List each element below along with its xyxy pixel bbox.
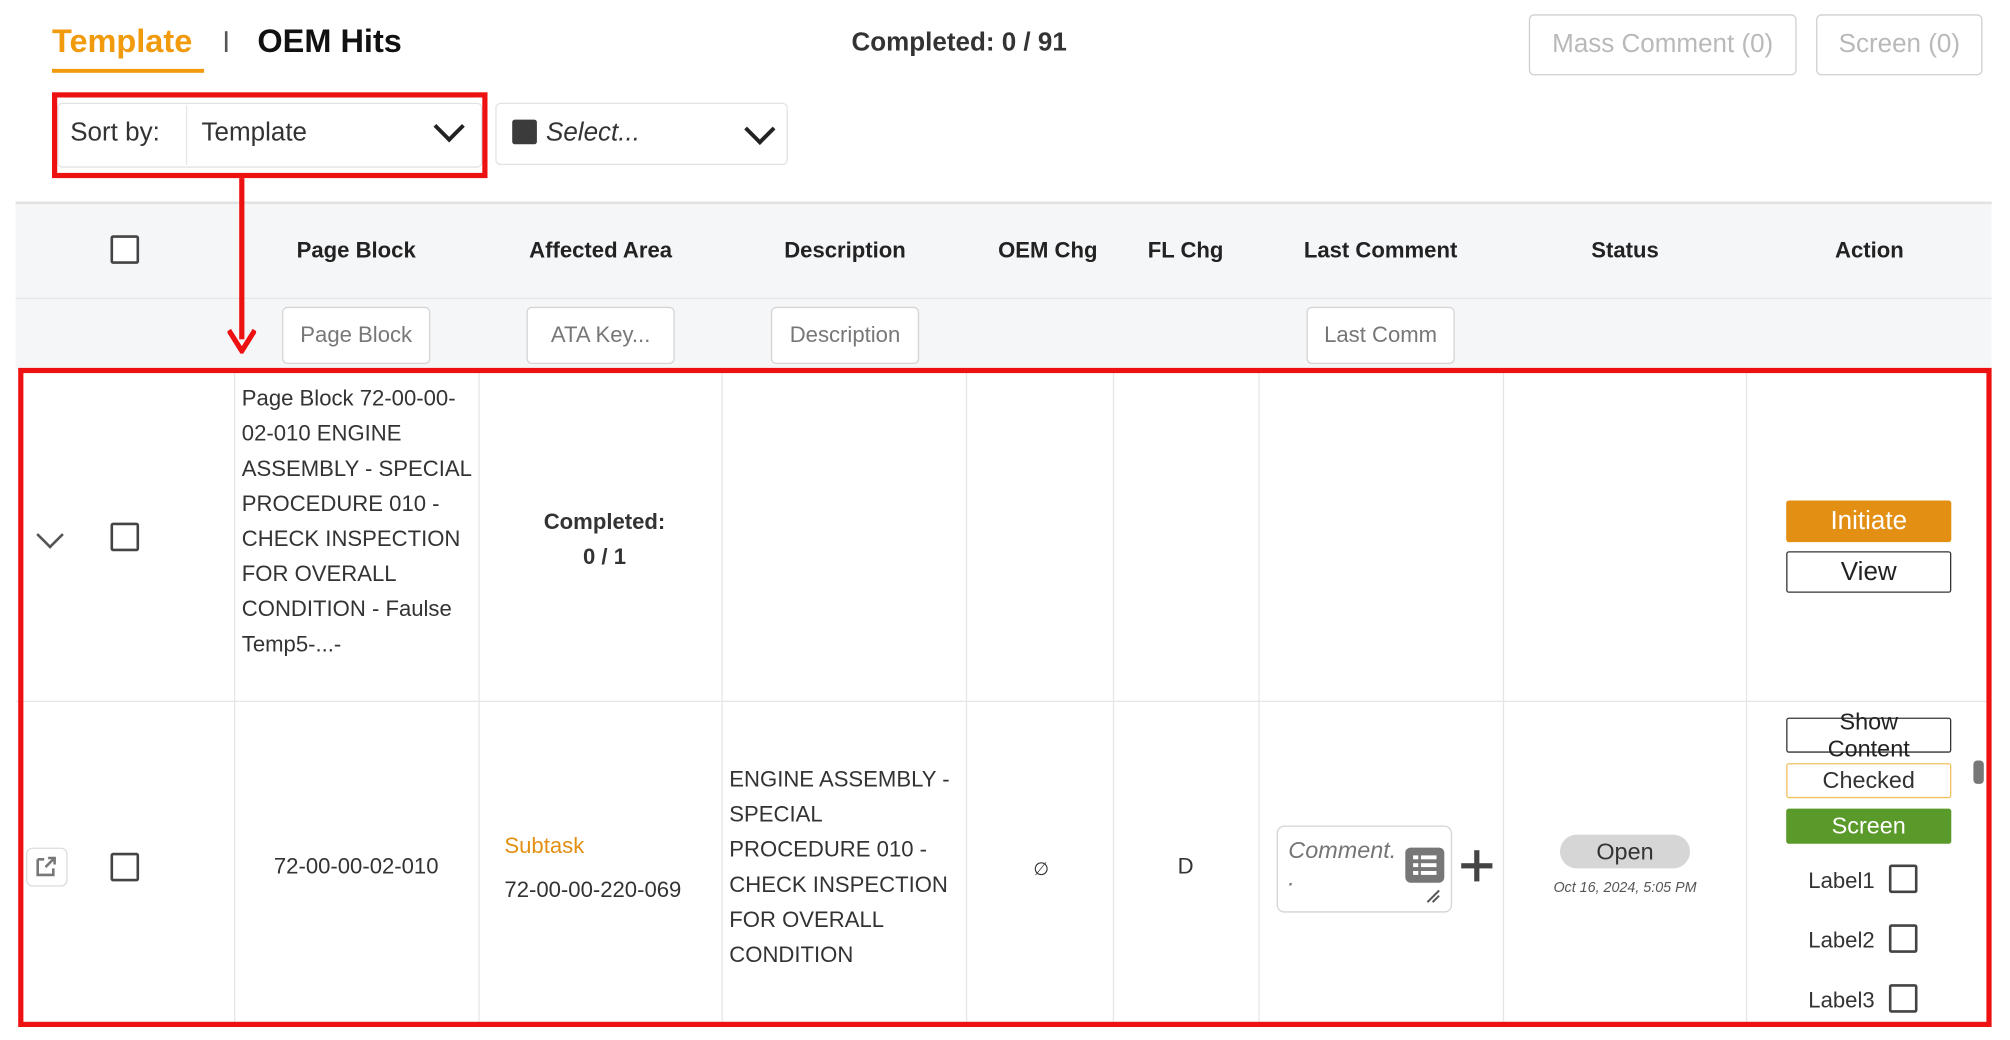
description-filter[interactable]: Description [770,306,920,364]
tab-template-underline [52,68,205,73]
column-header-description[interactable]: Description [728,238,962,264]
column-header-oem-chg[interactable]: OEM Chg [970,238,1126,264]
column-header-affected-area[interactable]: Affected Area [484,238,718,264]
color-select-placeholder: Select... [546,118,640,147]
sort-highlight-box [52,92,488,179]
column-header-page-block[interactable]: Page Block [239,238,473,264]
column-header-fl-chg[interactable]: FL Chg [1115,238,1255,264]
color-select-dropdown[interactable] [495,102,788,166]
page-block-filter[interactable]: Page Block [282,306,431,364]
mass-comment-button[interactable]: Mass Comment (0) [1528,14,1797,76]
arrow-down-icon [227,328,257,354]
tab-template[interactable]: Template [52,23,192,61]
screen-button[interactable]: Screen (0) [1816,14,1983,76]
ata-key-filter[interactable]: ATA Key... [526,306,675,364]
select-all-checkbox[interactable] [110,235,140,264]
column-header-last-comment[interactable]: Last Comment [1264,238,1498,264]
last-comment-filter[interactable]: Last Comm [1306,306,1455,364]
color-swatch-icon [512,119,537,145]
rows-highlight-box [18,367,1992,1027]
tab-separator [224,31,228,52]
completed-summary: Completed: 0 / 91 [851,28,1067,58]
column-header-status[interactable]: Status [1508,238,1742,264]
column-header-action: Action [1835,237,1904,263]
tab-oem-hits[interactable]: OEM Hits [257,23,401,61]
highlight-arrow-line [239,178,245,340]
